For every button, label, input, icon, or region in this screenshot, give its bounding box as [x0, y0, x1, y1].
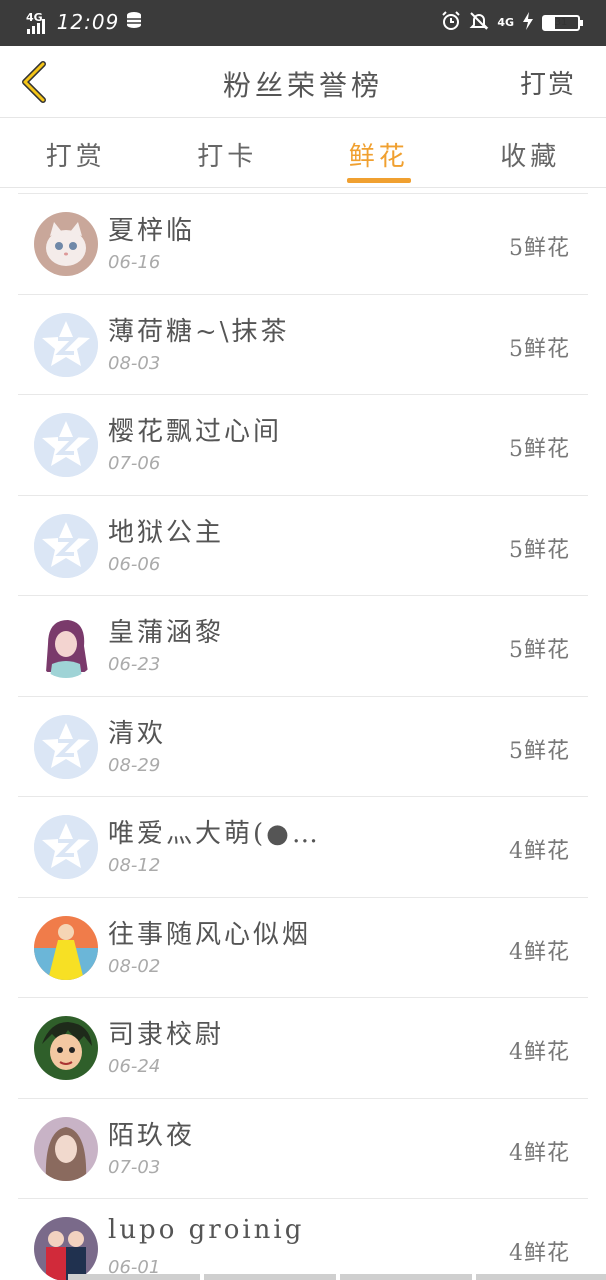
tab-checkin[interactable]: 打卡	[152, 118, 304, 187]
date-label: 06-06	[108, 553, 161, 575]
user-name: 樱花飘过心间	[108, 417, 283, 447]
avatar[interactable]	[34, 1116, 98, 1181]
clock: 12:09	[56, 10, 120, 34]
flower-count: 5鲜花	[509, 336, 570, 362]
list-item[interactable]: 樱花飘过心间 07-06 5鲜花	[18, 394, 588, 495]
flower-count: 4鲜花	[509, 1040, 570, 1065]
flower-count: 4鲜花	[509, 1241, 570, 1266]
network-label: 4G	[26, 10, 43, 24]
avatar[interactable]	[34, 714, 98, 779]
list-item[interactable]: 司隶校尉 06-24 4鲜花	[18, 997, 588, 1098]
network-right-label: 4G	[497, 16, 514, 29]
tab-reward[interactable]: 打赏	[0, 118, 152, 187]
list-item[interactable]: 唯爱灬大萌(●… 08-12 4鲜花	[18, 796, 588, 897]
alarm-icon	[441, 11, 461, 34]
list-item[interactable]: 夏梓临 06-16 5鲜花	[18, 193, 588, 294]
user-name: 清欢	[108, 718, 167, 749]
mute-notification-icon	[469, 11, 489, 34]
user-name: 陌玖夜	[108, 1120, 196, 1151]
header: 粉丝荣誉榜 打赏	[0, 46, 606, 118]
date-label: 07-03	[108, 1156, 161, 1178]
flower-count: 4鲜花	[509, 839, 570, 864]
user-name: 薄荷糖~\抹茶	[108, 316, 290, 347]
list-item[interactable]: 地狱公主 06-06 5鲜花	[18, 494, 588, 596]
tab-flowers[interactable]: 鲜花	[303, 118, 455, 187]
avatar[interactable]	[34, 513, 98, 578]
date-label: 08-12	[108, 855, 161, 876]
date-label: 06-24	[108, 1056, 161, 1077]
avatar[interactable]	[34, 815, 98, 879]
avatar[interactable]	[34, 1217, 98, 1280]
status-bar: 4G 12:09 4G 31	[0, 0, 606, 46]
page-title: 粉丝荣誉榜	[222, 69, 383, 102]
flower-count: 5鲜花	[509, 638, 570, 663]
avatar[interactable]	[34, 1016, 98, 1080]
list-item[interactable]: lupo groinig 06-01 4鲜花	[18, 1198, 588, 1280]
charging-icon	[522, 12, 534, 33]
list-item[interactable]: 薄荷糖~\抹茶 08-03 5鲜花	[18, 293, 588, 395]
list-item[interactable]: 清欢 08-29 5鲜花	[18, 695, 588, 797]
date-label: 06-23	[108, 654, 161, 675]
user-name: 唯爱灬大萌(●…	[108, 819, 321, 849]
reward-button[interactable]: 打赏	[520, 64, 576, 101]
user-name: 往事随风心似烟	[108, 919, 312, 950]
date-label: 08-29	[108, 754, 161, 776]
list-item[interactable]: 陌玖夜 07-03 4鲜花	[18, 1097, 588, 1199]
flower-count: 5鲜花	[509, 236, 570, 261]
avatar[interactable]	[34, 212, 98, 276]
flower-count: 5鲜花	[509, 738, 570, 764]
flower-count: 4鲜花	[509, 939, 570, 965]
list-item[interactable]: 往事随风心似烟 08-02 4鲜花	[18, 896, 588, 998]
scroll-indicator-segment	[340, 1274, 472, 1280]
status-left: 4G 12:09	[26, 10, 143, 34]
avatar[interactable]	[34, 614, 98, 678]
fan-list: 夏梓临 06-16 5鲜花 薄荷糖~\抹茶 08-03 5鲜花 樱花飘过心间 07-06 5鲜花…	[18, 193, 588, 1280]
date-label: 07-06	[108, 453, 161, 474]
date-label: 06-16	[108, 252, 161, 273]
battery-fill	[544, 16, 555, 29]
user-name: 地狱公主	[108, 517, 225, 548]
user-name: 皇蒲涵黎	[108, 618, 225, 648]
user-name: 司隶校尉	[108, 1020, 225, 1050]
scroll-indicator-segment	[68, 1274, 200, 1280]
user-name: 夏梓临	[108, 216, 196, 246]
tab-favorites[interactable]: 收藏	[455, 118, 606, 187]
avatar[interactable]	[34, 312, 98, 377]
flower-count: 5鲜花	[509, 537, 570, 563]
flower-count: 4鲜花	[509, 1140, 570, 1166]
scroll-indicator-segment	[204, 1274, 336, 1280]
date-label: 08-02	[108, 955, 161, 977]
scroll-indicator	[68, 1274, 606, 1280]
avatar[interactable]	[34, 413, 98, 477]
flower-count: 5鲜花	[509, 437, 570, 462]
date-label: 08-03	[108, 352, 161, 374]
battery-icon: 31	[542, 14, 583, 31]
user-name: lupo groinig	[108, 1215, 305, 1245]
scroll-indicator-segment	[476, 1274, 606, 1280]
battery-label: 31	[554, 16, 568, 28]
list-item[interactable]: 皇蒲涵黎 06-23 5鲜花	[18, 595, 588, 696]
storage-icon	[125, 10, 143, 34]
avatar[interactable]	[34, 915, 98, 980]
tab-bar: 打赏 打卡 鲜花 收藏	[0, 118, 606, 188]
status-right: 4G 31	[441, 11, 583, 34]
